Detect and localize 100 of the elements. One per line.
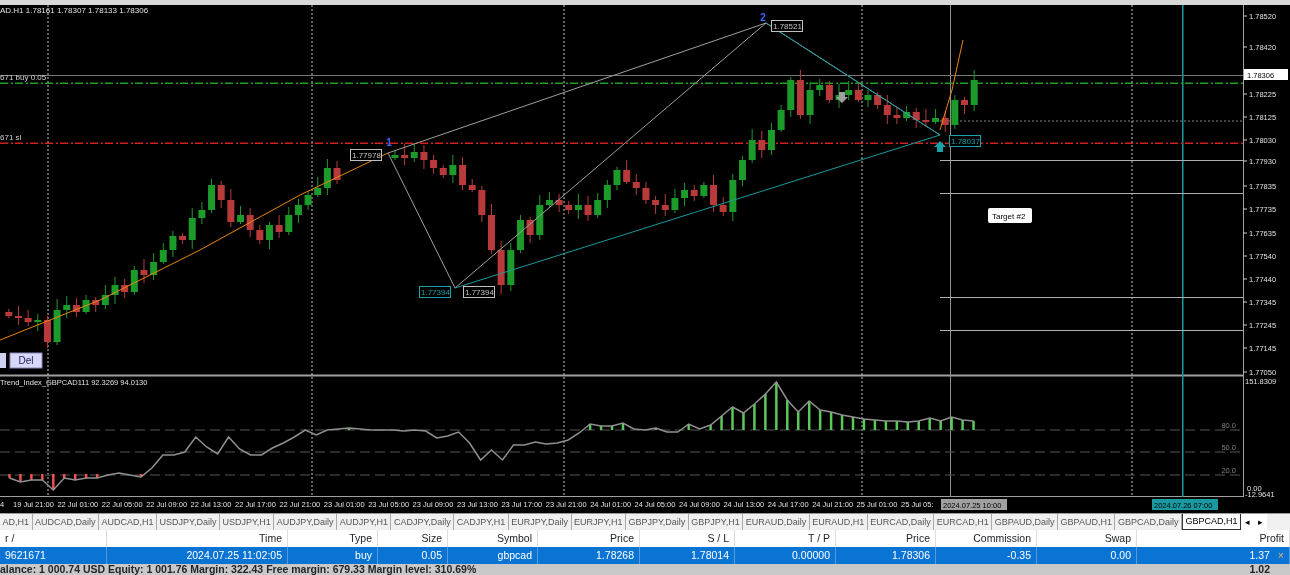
- pivot-number: 2: [760, 12, 766, 23]
- candle: [478, 185, 486, 223]
- histogram-bar: [731, 407, 734, 430]
- candle: [227, 188, 235, 228]
- account-summary: alance: 1 000.74 USD Equity: 1 001.76 Margin: 322.43 Free margin: 679.33 Margin level: 310.69%: [0, 564, 477, 575]
- candle: [951, 94, 959, 130]
- histogram-bar: [786, 400, 789, 430]
- candle: [488, 203, 495, 255]
- up-arrow-icon: [934, 141, 946, 152]
- candle: [961, 96, 968, 115]
- candle: [642, 181, 650, 205]
- table-cell: 0.00000: [792, 549, 830, 561]
- histogram-bar: [807, 401, 811, 430]
- histogram-bar: [139, 474, 143, 477]
- histogram-bar: [41, 474, 44, 480]
- histogram-bar: [873, 420, 877, 430]
- candle: [111, 276, 119, 305]
- histogram-bar: [95, 474, 99, 478]
- histogram-bar: [764, 394, 767, 430]
- candle: [275, 214, 283, 239]
- histogram-bar: [588, 424, 592, 430]
- histogram-bar: [63, 474, 66, 478]
- price-label: 1.77394: [463, 286, 495, 298]
- histogram-bar: [52, 474, 55, 490]
- table-cell: 9621671: [5, 549, 46, 561]
- price-label: 1.78037: [949, 135, 981, 147]
- candle: [24, 309, 32, 327]
- candle: [449, 154, 457, 184]
- histogram-bar: [73, 474, 77, 480]
- candle: [922, 108, 930, 128]
- candle: [970, 69, 978, 112]
- table-cell: 1.78268: [596, 549, 634, 561]
- target-label: Target #2: [988, 208, 1032, 223]
- candle: [391, 150, 399, 161]
- histogram-bar: [950, 417, 953, 430]
- histogram-bar: [599, 426, 603, 430]
- histogram-bar: [939, 421, 942, 430]
- candle: [497, 240, 505, 295]
- candle: [864, 89, 872, 108]
- candle: [584, 195, 592, 222]
- down-arrow-icon: [836, 92, 848, 103]
- histogram-bar: [884, 421, 888, 430]
- order-label: 671 buy 0.05: [0, 73, 47, 82]
- histogram-bar: [961, 420, 964, 430]
- candle: [893, 106, 901, 125]
- histogram-bar: [840, 415, 844, 430]
- candle: [53, 298, 61, 346]
- candle: [526, 216, 534, 244]
- table-cell: 1.78306: [892, 549, 930, 561]
- histogram-bar: [917, 421, 920, 430]
- chart-button[interactable]: [0, 353, 6, 368]
- histogram-bar: [862, 419, 866, 430]
- candle: [555, 193, 563, 213]
- histogram-bar: [720, 416, 723, 430]
- price-label: 1.77978: [350, 149, 382, 161]
- candle: [700, 181, 708, 199]
- candle: [748, 128, 756, 164]
- histogram-bar: [610, 426, 614, 430]
- histogram-bar: [818, 410, 822, 430]
- table-cell: 1.78014: [691, 549, 729, 561]
- candle: [237, 205, 244, 225]
- table-cell: buy: [355, 549, 372, 561]
- candle: [777, 104, 785, 133]
- candle: [671, 188, 679, 214]
- price-label: 1.78521: [771, 20, 803, 32]
- candle: [246, 207, 254, 238]
- histogram-bar: [851, 417, 855, 430]
- histogram-bar: [742, 413, 745, 430]
- candle: [82, 294, 90, 315]
- candle: [420, 144, 428, 170]
- candle: [613, 166, 621, 191]
- pivot-number: 1: [386, 137, 392, 148]
- price-label: 1.77394: [419, 286, 451, 298]
- candle: [304, 190, 312, 211]
- histogram-bar: [775, 382, 778, 430]
- delete-button[interactable]: Del: [9, 352, 43, 369]
- table-cell: 0.00: [1110, 549, 1131, 561]
- table-cell: 1.37: [1249, 549, 1270, 561]
- candle: [15, 305, 22, 326]
- table-cell: 2024.07.25 11:02:05: [186, 549, 282, 561]
- histogram-bar: [84, 474, 88, 478]
- histogram-bar: [30, 474, 33, 480]
- histogram-bar: [753, 404, 756, 430]
- histogram-bar: [687, 424, 690, 430]
- candle: [169, 230, 177, 258]
- candle: [5, 308, 13, 319]
- histogram-bar: [797, 412, 800, 430]
- histogram-bar: [829, 412, 833, 430]
- histogram-bar: [928, 418, 931, 430]
- candle: [333, 160, 341, 185]
- histogram-bar: [8, 474, 11, 478]
- total-profit: 1.02: [1249, 564, 1270, 575]
- candle: [739, 155, 746, 187]
- histogram-bar: [972, 421, 975, 430]
- chart-tab[interactable]: GBPCAD,H1: [1181, 514, 1241, 530]
- candle: [806, 81, 814, 125]
- candle: [198, 201, 206, 225]
- candle: [140, 258, 148, 284]
- chart-header: AD.H1 1.78161 1.78307 1.78133 1.78306: [0, 6, 149, 15]
- table-cell: -0.35: [1007, 549, 1031, 561]
